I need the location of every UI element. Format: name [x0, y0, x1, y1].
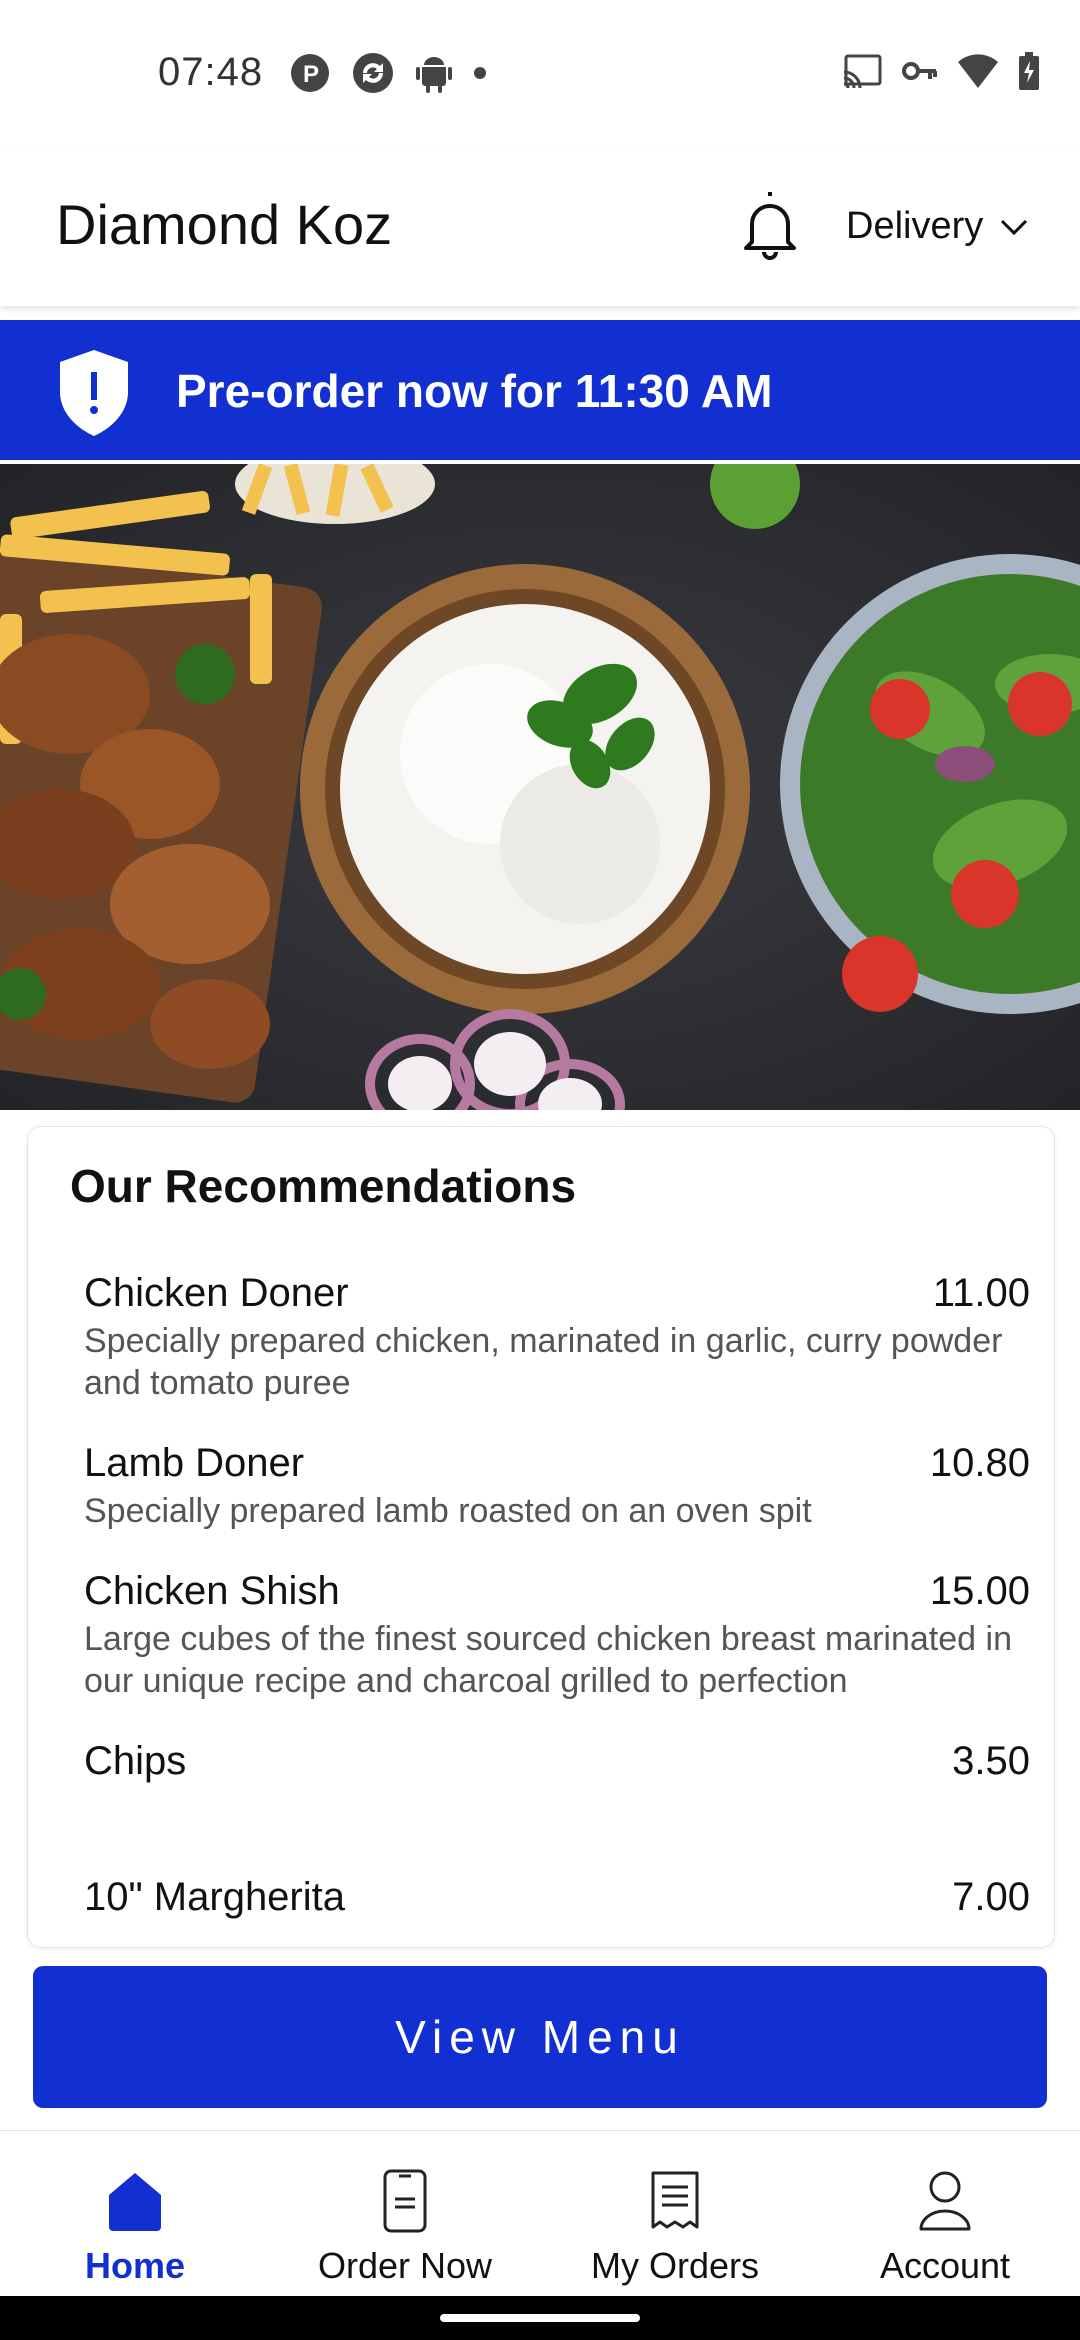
- home-indicator[interactable]: [440, 2314, 640, 2322]
- receipt-icon: [651, 2171, 699, 2229]
- status-right-icons: [842, 52, 1040, 90]
- cast-icon: [843, 54, 882, 88]
- menu-item-chicken-doner[interactable]: Chicken Doner 11.00 Specially prepared c…: [84, 1271, 1030, 1404]
- nav-order-now-label: Order Now: [317, 2245, 493, 2286]
- item-description: Specially prepared lamb roasted on an ov…: [84, 1492, 812, 1530]
- status-time: 07:48: [158, 50, 264, 94]
- nav-home[interactable]: Home: [0, 2131, 270, 2297]
- preorder-text: Pre-order now for 11:30 AM: [176, 365, 773, 417]
- item-price: 11.00: [932, 1271, 1030, 1315]
- phone-order-icon: [383, 2169, 427, 2233]
- item-price: 7.00: [952, 1875, 1030, 1919]
- item-description: Large cubes of the finest sourced chicke…: [84, 1620, 1012, 1700]
- recommendations-card: Our Recommendations Chicken Doner 11.00 …: [27, 1126, 1055, 1948]
- item-price: 3.50: [952, 1739, 1030, 1783]
- shield-alert-icon: [60, 350, 128, 436]
- item-name: Lamb Doner: [84, 1441, 305, 1485]
- status-bar: 07:48 P: [0, 0, 1080, 150]
- item-name: Chicken Shish: [84, 1569, 340, 1613]
- recommendations-title: Our Recommendations: [70, 1160, 577, 1212]
- nav-account-label: Account: [879, 2245, 1011, 2286]
- gesture-bar: [0, 2296, 1080, 2340]
- user-icon: [919, 2171, 971, 2231]
- nav-account[interactable]: Account: [810, 2131, 1080, 2297]
- item-price: 15.00: [929, 1569, 1030, 1613]
- dot-icon: [474, 67, 486, 79]
- vpn-key-icon: [902, 62, 937, 80]
- p-circle-icon: P: [291, 54, 329, 92]
- battery-charging-icon: [1019, 52, 1039, 90]
- svg-text:P: P: [303, 61, 319, 88]
- bell-icon[interactable]: [738, 186, 802, 266]
- chevron-down-icon: [1001, 219, 1028, 235]
- delivery-mode-label: Delivery: [846, 205, 984, 247]
- status-left-icons: P: [290, 52, 486, 94]
- menu-item-chips[interactable]: Chips 3.50: [84, 1739, 1030, 1784]
- item-description: Specially prepared chicken, marinated in…: [84, 1322, 1003, 1402]
- nav-my-orders[interactable]: My Orders: [540, 2131, 810, 2297]
- preorder-banner: Pre-order now for 11:30 AM: [0, 320, 1080, 460]
- wifi-icon: [958, 54, 998, 88]
- android-icon: [416, 57, 452, 93]
- home-icon: [109, 2173, 161, 2231]
- view-menu-button[interactable]: View Menu: [33, 1966, 1047, 2108]
- menu-item-margherita[interactable]: 10" Margherita 7.00: [84, 1875, 1030, 1920]
- menu-item-lamb-doner[interactable]: Lamb Doner 10.80 Specially prepared lamb…: [84, 1441, 1030, 1532]
- store-name: Diamond Koz: [56, 193, 393, 256]
- item-price: 10.80: [929, 1441, 1030, 1485]
- hero-food-image: [0, 464, 1080, 1110]
- nav-my-orders-label: My Orders: [590, 2245, 759, 2286]
- sync-circle-icon: [353, 53, 393, 93]
- item-name: 10" Margherita: [84, 1875, 345, 1919]
- nav-home-label: Home: [84, 2245, 186, 2286]
- delivery-mode-selector[interactable]: Delivery: [846, 205, 1029, 248]
- bottom-navigation: Home Order Now My Orders Account: [0, 2130, 1080, 2297]
- app-header: Diamond Koz Delivery: [0, 150, 1080, 306]
- menu-item-chicken-shish[interactable]: Chicken Shish 15.00 Large cubes of the f…: [84, 1569, 1030, 1702]
- nav-order-now[interactable]: Order Now: [270, 2131, 540, 2297]
- item-name: Chips: [84, 1739, 187, 1783]
- item-name: Chicken Doner: [84, 1271, 349, 1315]
